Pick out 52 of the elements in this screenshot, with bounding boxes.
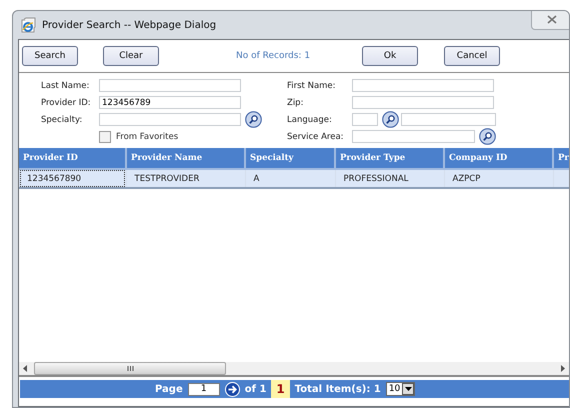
input-field[interactable]: [352, 96, 494, 109]
field-label: Provider ID:: [41, 98, 92, 108]
input-field[interactable]: 123456789: [99, 96, 241, 109]
page-size-dropdown[interactable]: 10: [386, 382, 416, 396]
go-arrow-icon[interactable]: [224, 382, 240, 396]
input-field[interactable]: [99, 113, 241, 126]
table-cell: 1234567890: [19, 169, 126, 188]
page-input[interactable]: 1: [188, 382, 220, 396]
table-cell: AZPCP: [444, 169, 553, 188]
toolbar-button[interactable]: Search: [22, 46, 78, 66]
close-button[interactable]: [531, 11, 569, 30]
scroll-right-icon: [560, 365, 565, 372]
input-field[interactable]: [352, 113, 378, 126]
table-cell: A: [245, 169, 335, 188]
column-header[interactable]: Company ID: [444, 148, 553, 169]
field-label: Last Name:: [41, 80, 90, 90]
page-count: of 1: [244, 384, 266, 394]
field-label: First Name:: [287, 80, 337, 90]
dialog-button[interactable]: Cancel: [444, 46, 500, 66]
field-label: Service Area:: [287, 132, 345, 142]
field-label: Specialty:: [41, 114, 84, 124]
search-icon[interactable]: [479, 128, 496, 145]
column-header[interactable]: Provider Type: [335, 148, 444, 169]
search-icon[interactable]: [245, 111, 262, 128]
current-page[interactable]: 1: [271, 380, 290, 398]
table-cell: TESTPROVIDER: [126, 169, 245, 188]
horizontal-scrollbar[interactable]: [19, 362, 569, 375]
close-icon: [547, 15, 557, 24]
column-header[interactable]: Provider Name: [126, 148, 245, 169]
field-label: Language:: [287, 114, 333, 124]
input-field[interactable]: [352, 79, 494, 92]
field-label: Zip:: [287, 98, 304, 108]
scroll-thumb[interactable]: [34, 362, 226, 375]
search-icon[interactable]: [382, 111, 399, 128]
table-row[interactable]: 1234567890 TESTPROVIDER A PROFESSIONAL AZPCP: [19, 169, 569, 188]
input-field[interactable]: [99, 79, 241, 92]
toolbar-button[interactable]: Clear: [103, 46, 159, 66]
total-items: Total Item(s): 1: [294, 384, 381, 394]
record-count: No of Records: 1: [236, 51, 310, 61]
scroll-left-icon: [23, 365, 28, 372]
input-field[interactable]: [352, 130, 475, 143]
checkbox-label: From Favorites: [116, 132, 178, 142]
checkbox[interactable]: [99, 130, 111, 142]
dialog-button[interactable]: Ok: [362, 46, 418, 66]
column-header[interactable]: Pr: [553, 148, 569, 169]
browser-icon: [20, 17, 36, 33]
input-field[interactable]: [401, 113, 496, 126]
page-label: Page: [155, 384, 183, 394]
window-title: Provider Search -- Webpage Dialog: [42, 20, 216, 30]
column-header[interactable]: Provider ID: [19, 148, 126, 169]
column-header[interactable]: Specialty: [245, 148, 335, 169]
table-cell: PROFESSIONAL: [335, 169, 444, 188]
